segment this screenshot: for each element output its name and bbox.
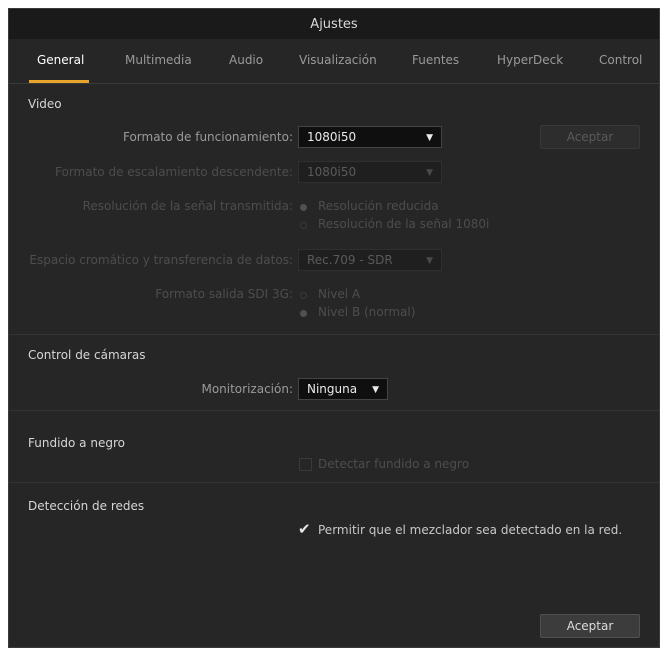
fade-detect-label: Detectar fundido a negro xyxy=(318,457,470,471)
video-section: Video Formato de funcionamiento: 1080i50… xyxy=(9,83,659,335)
transmit-radio-full[interactable] xyxy=(300,222,307,229)
checkmark-icon[interactable]: ✔ xyxy=(298,520,311,538)
settings-window: Ajustes General Multimedia Audio Visuali… xyxy=(8,8,660,648)
monitor-dropdown[interactable]: Ninguna ▼ xyxy=(298,378,388,400)
sdi3g-radio-level-a[interactable] xyxy=(300,292,307,299)
monitor-label: Monitorización: xyxy=(201,382,293,396)
downscale-value: 1080i50 xyxy=(307,165,357,179)
tab-multimedia[interactable]: Multimedia xyxy=(125,53,192,67)
format-dropdown[interactable]: 1080i50 ▼ xyxy=(298,126,442,148)
tab-control[interactable]: Control xyxy=(599,53,642,67)
format-value: 1080i50 xyxy=(307,130,357,144)
sdi3g-label: Formato salida SDI 3G: xyxy=(155,287,293,301)
network-section-title: Detección de redes xyxy=(28,499,145,513)
camera-section-title: Control de cámaras xyxy=(28,348,146,362)
tab-bar: General Multimedia Audio Visualización F… xyxy=(9,39,659,84)
sdi3g-opt2-label: Nivel B (normal) xyxy=(318,305,416,319)
transmit-opt2-label: Resolución de la señal 1080i xyxy=(318,217,490,231)
transmit-radio-reduced[interactable] xyxy=(300,204,307,211)
tab-audio[interactable]: Audio xyxy=(229,53,263,67)
camera-control-section: Control de cámaras Monitorización: Ningu… xyxy=(9,334,659,411)
chevron-down-icon: ▼ xyxy=(426,168,433,178)
format-label: Formato de funcionamiento: xyxy=(122,130,293,144)
colorspace-value: Rec.709 - SDR xyxy=(307,253,393,267)
video-section-title: Video xyxy=(28,97,62,111)
monitor-value: Ninguna xyxy=(307,382,358,396)
transmit-opt1-label: Resolución reducida xyxy=(318,199,439,213)
tab-fuentes[interactable]: Fuentes xyxy=(412,53,459,67)
fade-detect-checkbox[interactable] xyxy=(299,458,312,471)
colorspace-label: Espacio cromático y transferencia de dat… xyxy=(29,253,293,267)
fade-to-black-section: Fundido a negro Detectar fundido a negro xyxy=(9,410,659,483)
tab-visualizacion[interactable]: Visualización xyxy=(299,53,377,67)
chevron-down-icon: ▼ xyxy=(426,133,433,143)
title-bar: Ajustes xyxy=(9,9,659,39)
tab-hyperdeck[interactable]: HyperDeck xyxy=(497,53,563,67)
ok-button[interactable]: Aceptar xyxy=(540,614,640,638)
tab-general[interactable]: General xyxy=(37,53,84,67)
downscale-label: Formato de escalamiento descendente: xyxy=(55,165,293,179)
window-title: Ajustes xyxy=(310,16,358,32)
network-allow-label: Permitir que el mezclador sea detectado … xyxy=(318,523,623,537)
transmit-label: Resolución de la señal transmitida: xyxy=(82,199,293,213)
sdi3g-radio-level-b[interactable] xyxy=(300,310,307,317)
chevron-down-icon: ▼ xyxy=(426,256,433,266)
sdi3g-opt1-label: Nivel A xyxy=(318,287,361,301)
fade-section-title: Fundido a negro xyxy=(28,436,125,450)
colorspace-dropdown[interactable]: Rec.709 - SDR ▼ xyxy=(298,249,442,271)
downscale-dropdown[interactable]: 1080i50 ▼ xyxy=(298,161,442,183)
format-apply-button[interactable]: Aceptar xyxy=(540,125,640,149)
chevron-down-icon: ▼ xyxy=(372,385,379,395)
